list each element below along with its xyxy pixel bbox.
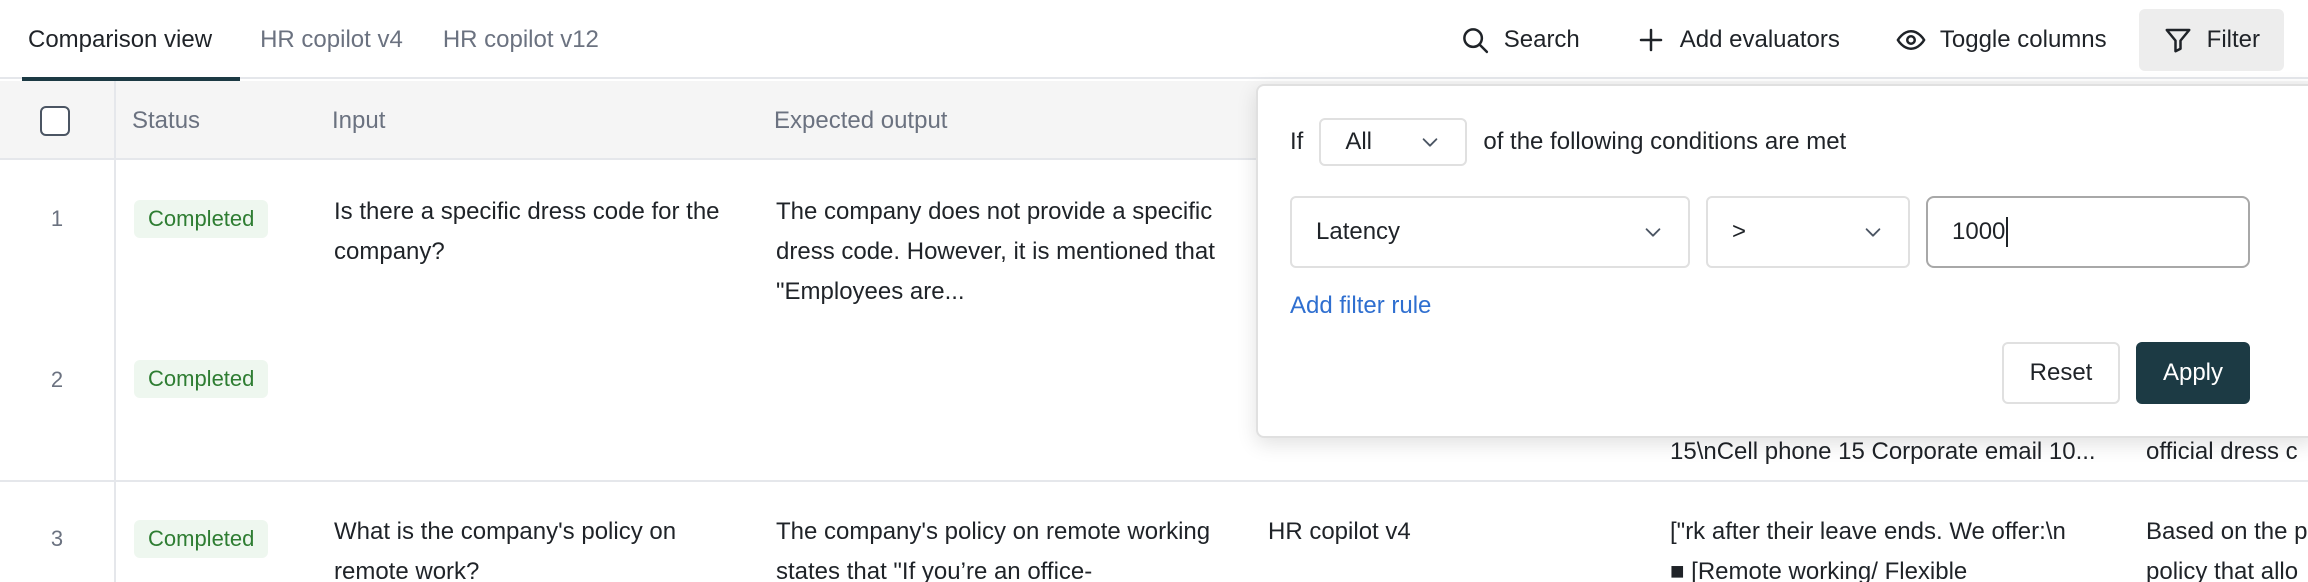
row-number: 3 <box>50 526 64 551</box>
context-line: ■ [Remote working/ Flexible <box>1670 558 1968 582</box>
status-badge: Completed <box>134 520 269 558</box>
output-cell-partial: Based on the p policy that allo <box>2146 512 2308 582</box>
row-number: 1 <box>50 206 64 231</box>
status-badge: Completed <box>134 360 269 398</box>
filter-operator-select[interactable]: > <box>1706 196 1910 268</box>
conditions-label: of the following conditions are met <box>1483 128 1847 155</box>
filter-match-line: If All of the following conditions are m… <box>1290 118 1846 166</box>
match-mode-value: All <box>1345 128 1373 155</box>
chevron-down-icon <box>1645 228 1661 237</box>
expected-output-cell: The company's policy on remote working s… <box>776 518 1211 582</box>
context-cell: 15\nCell phone 15 Corporate email 10... <box>1670 438 2096 465</box>
column-header-input[interactable]: Input <box>332 81 385 160</box>
column-header-expected-output[interactable]: Expected output <box>774 81 947 160</box>
filter-icon <box>2165 28 2191 52</box>
output-line: policy that allo <box>2146 558 2299 582</box>
chevron-down-icon <box>1865 228 1881 237</box>
add-filter-rule-link[interactable]: Add filter rule <box>1290 292 1431 320</box>
add-evaluators-button[interactable]: Add evaluators <box>1612 9 1864 71</box>
text-caret <box>2006 217 2009 247</box>
plus-icon <box>1639 28 1663 51</box>
filter-label: Filter <box>2206 25 2260 53</box>
filter-value-input[interactable]: 1000 <box>1926 196 2250 268</box>
expected-output-cell: The company does not provide a specific … <box>776 198 1215 305</box>
search-button[interactable]: Search <box>1436 9 1604 71</box>
page: Comparison view HR copilot v4 HR copilot… <box>0 0 2308 582</box>
filter-value-text: 1000 <box>1952 218 2006 245</box>
tab-comparison-view[interactable]: Comparison view <box>0 0 241 81</box>
filter-field-select[interactable]: Latency <box>1290 196 1690 268</box>
filter-operator-value: > <box>1732 218 1747 245</box>
select-all-cell <box>40 81 70 160</box>
view-tabs: Comparison view HR copilot v4 HR copilot… <box>0 0 619 81</box>
toolbar: Search Add evaluators Toggle columns Fil… <box>1436 0 2308 79</box>
context-line: ["rk after their leave ends. We offer:\n <box>1670 518 2066 545</box>
output-line: Based on the p <box>2146 518 2308 545</box>
toggle-columns-label: Toggle columns <box>1939 25 2107 53</box>
top-bar: Comparison view HR copilot v4 HR copilot… <box>0 0 2308 81</box>
input-cell: What is the company's policy on remote w… <box>334 518 677 582</box>
row-number: 2 <box>50 367 64 392</box>
apply-button[interactable]: Apply <box>2136 342 2250 404</box>
model-cell: HR copilot v4 <box>1268 518 1411 545</box>
match-mode-select[interactable]: All <box>1319 118 1468 166</box>
input-cell: Is there a specific dress code for the c… <box>334 198 720 265</box>
context-cell: ["rk after their leave ends. We offer:\n… <box>1670 512 2130 582</box>
add-evaluators-label: Add evaluators <box>1679 25 1840 53</box>
chevron-down-icon <box>1423 138 1438 147</box>
column-header-status[interactable]: Status <box>132 81 200 160</box>
filter-field-value: Latency <box>1316 218 1401 245</box>
table-row[interactable]: 3 Completed What is the company's policy… <box>0 482 2308 582</box>
select-all-checkbox[interactable] <box>40 105 70 136</box>
filter-popover: If All of the following conditions are m… <box>1256 84 2308 438</box>
search-icon <box>1462 27 1488 53</box>
tab-hr-copilot-v4[interactable]: HR copilot v4 <box>240 0 423 79</box>
eye-icon <box>1896 29 1926 50</box>
toggle-columns-button[interactable]: Toggle columns <box>1872 9 2131 71</box>
tab-hr-copilot-v12[interactable]: HR copilot v12 <box>423 0 619 79</box>
filter-button[interactable]: Filter <box>2138 8 2284 71</box>
output-line: official dress c <box>2146 438 2298 465</box>
if-label: If <box>1290 128 1304 155</box>
status-badge: Completed <box>134 200 269 238</box>
search-label: Search <box>1503 25 1580 53</box>
reset-button[interactable]: Reset <box>2002 342 2120 404</box>
